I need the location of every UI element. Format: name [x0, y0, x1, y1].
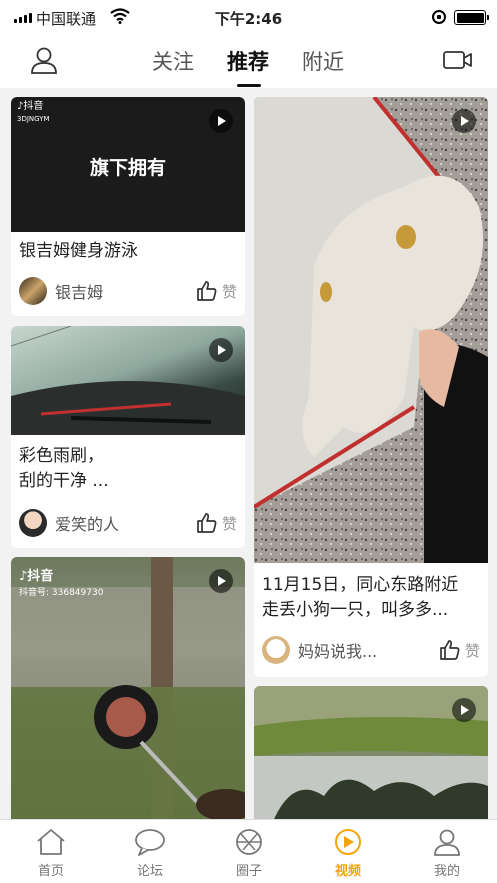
- video-thumbnail[interactable]: [11, 326, 245, 435]
- card-meta: 银吉姆 赞: [11, 274, 245, 308]
- battery-icon: [454, 10, 489, 25]
- status-bar: 中国联通 下午2:46: [0, 0, 497, 36]
- profile-icon: [434, 829, 460, 856]
- play-icon: [209, 109, 233, 133]
- nav-profile[interactable]: 我的: [417, 828, 477, 879]
- top-bar: 关注 推荐 附近: [0, 36, 497, 88]
- video-card[interactable]: ♪抖音 抖音号: 336849730: [11, 557, 245, 819]
- avatar[interactable]: [262, 636, 290, 664]
- tiktok-id: 抖音号: 336849730: [19, 588, 104, 598]
- author-name[interactable]: 银吉姆: [55, 279, 196, 303]
- play-icon: [209, 569, 233, 593]
- thumbs-up-icon: [440, 640, 460, 660]
- video-thumbnail[interactable]: [254, 686, 488, 819]
- dog-illustration: [254, 97, 488, 563]
- video-play-icon: [335, 829, 361, 855]
- card-title: 彩色雨刷， 刮的干净 ...: [19, 446, 109, 491]
- like-button[interactable]: 赞: [439, 639, 480, 661]
- card-title: 11月15日，同心东路附近 走丢小狗一只，叫多多...: [262, 575, 459, 620]
- circle-icon: [236, 829, 262, 855]
- like-button[interactable]: 赞: [196, 512, 237, 534]
- video-card[interactable]: 11月15日，同心东路附近 走丢小狗一只，叫多多... 妈妈说我... 赞: [254, 97, 488, 677]
- avatar[interactable]: [19, 509, 47, 537]
- thumbs-up-icon: [197, 281, 217, 301]
- card-title: 银吉姆健身游泳: [19, 241, 138, 261]
- play-icon: [209, 338, 233, 362]
- tab-nearby[interactable]: 附近: [302, 46, 344, 76]
- clock: 下午2:46: [214, 10, 283, 28]
- video-thumbnail[interactable]: ♪抖音 3DJNGYM 旗下拥有: [11, 97, 245, 232]
- video-card[interactable]: 彩色雨刷， 刮的干净 ... 爱笑的人 赞: [11, 326, 245, 548]
- card-meta: 爱笑的人 赞: [11, 506, 245, 540]
- like-button[interactable]: 赞: [196, 280, 237, 302]
- tab-recommend[interactable]: 推荐: [227, 46, 269, 76]
- card-meta: 妈妈说我... 赞: [254, 633, 488, 667]
- video-thumbnail[interactable]: [254, 97, 488, 563]
- forum-icon: [135, 829, 165, 856]
- video-card[interactable]: ♪抖音 3DJNGYM 旗下拥有 银吉姆健身游泳 银吉姆 赞: [11, 97, 245, 316]
- play-icon: [452, 698, 476, 722]
- thumbnail-caption: 旗下拥有: [89, 157, 166, 179]
- video-card[interactable]: [254, 686, 488, 819]
- author-name[interactable]: 妈妈说我...: [298, 638, 439, 662]
- tiktok-watermark: ♪抖音: [19, 569, 54, 584]
- rotation-lock-icon: [432, 10, 446, 24]
- home-icon: [37, 829, 65, 855]
- wiper-illustration: [11, 326, 245, 435]
- active-tab-indicator: [237, 84, 261, 87]
- author-name[interactable]: 爱笑的人: [55, 511, 196, 535]
- camera-icon[interactable]: [443, 50, 473, 70]
- nav-circle[interactable]: 圈子: [219, 828, 279, 879]
- play-icon: [452, 109, 476, 133]
- bottom-navigation: 首页 论坛 圈子 视频 我的: [0, 819, 497, 883]
- nav-video[interactable]: 视频: [318, 828, 378, 879]
- avatar[interactable]: [19, 277, 47, 305]
- tab-follow[interactable]: 关注: [152, 46, 194, 76]
- video-thumbnail[interactable]: ♪抖音 抖音号: 336849730: [11, 557, 245, 819]
- tiktok-watermark: ♪抖音 3DJNGYM: [17, 101, 50, 123]
- nav-home[interactable]: 首页: [21, 828, 81, 879]
- nav-forum[interactable]: 论坛: [120, 828, 180, 879]
- thumbs-up-icon: [197, 513, 217, 533]
- user-profile-icon[interactable]: [30, 46, 58, 74]
